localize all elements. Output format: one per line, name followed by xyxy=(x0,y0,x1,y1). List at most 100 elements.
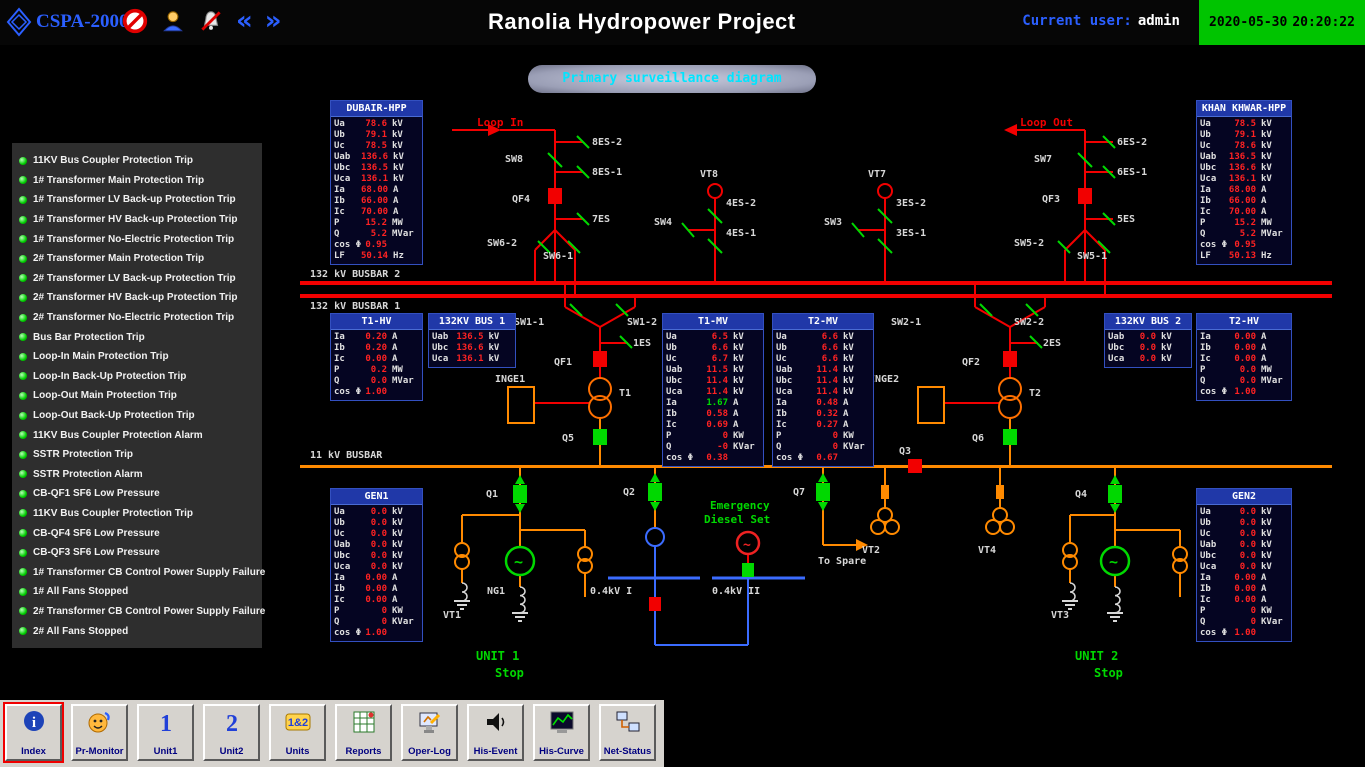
breaker-QF4[interactable] xyxy=(548,188,562,204)
device-label-es7: 7ES xyxy=(592,214,610,225)
measure-unit: A xyxy=(387,354,419,365)
measure-value: 136.6 xyxy=(456,343,483,354)
device-label-q3: Q3 xyxy=(899,446,911,457)
measurement-row: Uca0.0kV xyxy=(334,562,419,573)
alarm-mute-icon[interactable] xyxy=(198,8,224,34)
alarm-item[interactable]: 1# Transformer CB Control Power Supply F… xyxy=(12,562,262,582)
measure-unit: kV xyxy=(838,354,870,365)
alarm-item[interactable]: SSTR Protection Trip xyxy=(12,445,262,465)
alarm-item[interactable]: Loop-In Main Protection Trip xyxy=(12,347,262,367)
breaker-QF1[interactable] xyxy=(593,351,607,367)
breaker-diesel-breaker[interactable] xyxy=(742,563,754,577)
toolbar-button-netstatus[interactable]: Net-Status xyxy=(599,704,656,761)
alarm-item[interactable]: 1# Transformer No-Electric Protection Tr… xyxy=(12,229,262,249)
alarm-item[interactable]: CB-QF1 SF6 Low Pressure xyxy=(12,484,262,504)
breaker-Q4[interactable] xyxy=(1108,485,1122,503)
page-forward-icon[interactable]: » xyxy=(265,9,282,33)
measurement-row: Ia0.00A xyxy=(334,573,419,584)
breaker-Q2[interactable] xyxy=(648,483,662,501)
measure-value: 0.58 xyxy=(694,409,728,420)
measure-unit: A xyxy=(838,420,870,431)
breaker-Q6[interactable] xyxy=(1003,429,1017,445)
VT2-device[interactable] xyxy=(885,520,899,534)
breaker-QF2[interactable] xyxy=(1003,351,1017,367)
measure-value: 6.5 xyxy=(694,332,728,343)
panel-t2mv: T2-MVUa6.6kVUb6.6kVUc6.6kVUab11.4kVUbc11… xyxy=(772,313,874,467)
measure-label: Ib xyxy=(334,584,362,595)
VT4-device[interactable] xyxy=(986,520,1000,534)
alarm-item[interactable]: Loop-Out Back-Up Protection Trip xyxy=(12,406,262,426)
alarm-item[interactable]: 1# Transformer LV Back-up Protection Tri… xyxy=(12,190,262,210)
toolbar-button-reports[interactable]: Reports xyxy=(335,704,392,761)
breaker-LV-tie-breaker[interactable] xyxy=(649,597,661,611)
measure-label: Ia xyxy=(666,398,694,409)
alarm-item[interactable]: Loop-Out Main Protection Trip xyxy=(12,386,262,406)
alarm-item[interactable]: Loop-In Back-Up Protection Trip xyxy=(12,367,262,387)
measure-label: Ua xyxy=(334,119,362,130)
toolbar-button-index[interactable]: iIndex xyxy=(5,704,62,761)
alarm-item[interactable]: 2# Transformer Main Protection Trip xyxy=(12,249,262,269)
alarm-item[interactable]: 2# All Fans Stopped xyxy=(12,621,262,641)
alarm-item[interactable]: 1# All Fans Stopped xyxy=(12,582,262,602)
alarm-item[interactable]: 11KV Bus Coupler Protection Trip xyxy=(12,504,262,524)
alarm-item[interactable]: SSTR Protection Alarm xyxy=(12,465,262,485)
alarm-item[interactable]: CB-QF4 SF6 Low Pressure xyxy=(12,523,262,543)
INGE1-box[interactable] xyxy=(508,387,534,423)
measurement-row: Ubc0.0kV xyxy=(1108,343,1188,354)
alarm-item[interactable]: 1# Transformer HV Back-up Protection Tri… xyxy=(12,210,262,230)
alarm-item[interactable]: 2# Transformer LV Back-up Protection Tri… xyxy=(12,269,262,289)
diagram-area: Loop InLoop OutSW88ES-28ES-1QF47ESSW6-2S… xyxy=(0,45,1365,700)
VT7-device[interactable] xyxy=(878,184,892,198)
block-icon[interactable] xyxy=(122,8,148,34)
alarm-item[interactable]: CB-QF3 SF6 Low Pressure xyxy=(12,543,262,563)
breaker-Q7[interactable] xyxy=(816,483,830,501)
breaker-Q1[interactable] xyxy=(513,485,527,503)
measure-unit: kV xyxy=(483,332,512,343)
device-label-t1: T1 xyxy=(619,388,631,399)
toolbar-button-prmonitor[interactable]: Pr-Monitor xyxy=(71,704,128,761)
alarm-led-icon xyxy=(19,392,27,400)
alarm-label: 2# Transformer LV Back-up Protection Tri… xyxy=(33,273,236,284)
alarm-item[interactable]: 2# Transformer CB Control Power Supply F… xyxy=(12,602,262,622)
breaker-Q5[interactable] xyxy=(593,429,607,445)
toolbar-button-units[interactable]: 1&2Units xyxy=(269,704,326,761)
toolbar-button-hiscurve[interactable]: His-Curve xyxy=(533,704,590,761)
breaker-QF3[interactable] xyxy=(1078,188,1092,204)
page-back-icon[interactable]: « xyxy=(236,9,253,33)
measure-unit: kV xyxy=(388,163,419,174)
alarm-item[interactable]: Bus Bar Protection Trip xyxy=(12,327,262,347)
alarm-item[interactable]: 1# Transformer Main Protection Trip xyxy=(12,171,262,191)
current-user: Current user:admin xyxy=(1022,13,1180,29)
measure-value: 6.6 xyxy=(804,332,838,343)
toolbar-button-unit1[interactable]: 1Unit1 xyxy=(137,704,194,761)
INGE2-box[interactable] xyxy=(918,387,944,423)
toolbar-button-operlog[interactable]: Oper-Log xyxy=(401,704,458,761)
toolbar-button-unit2[interactable]: 2Unit2 xyxy=(203,704,260,761)
toolbar-button-label: His-Curve xyxy=(539,746,584,757)
VT4-device[interactable] xyxy=(1000,520,1014,534)
toolbar-button-hisevent[interactable]: His-Event xyxy=(467,704,524,761)
breaker-VT2-fuse[interactable] xyxy=(881,485,889,499)
measure-value: 0.0 xyxy=(1136,354,1156,365)
measure-unit: A xyxy=(388,196,419,207)
q2-arrow xyxy=(650,502,660,511)
app-logo[interactable]: CSPA-2000 xyxy=(6,7,129,37)
station-transformer[interactable] xyxy=(646,528,664,546)
measure-unit: KW xyxy=(387,606,419,617)
user-account-icon[interactable] xyxy=(160,8,186,34)
VT8-device[interactable] xyxy=(708,184,722,198)
breaker-Q3[interactable] xyxy=(908,459,922,473)
measure-unit: KVar xyxy=(1256,617,1288,628)
measure-value: 0.00 xyxy=(1228,332,1256,343)
alarm-item[interactable]: 2# Transformer No-Electric Protection Tr… xyxy=(12,308,262,328)
alarm-item[interactable]: 11KV Bus Coupler Protection Trip xyxy=(12,151,262,171)
measure-label: Ua xyxy=(334,507,362,518)
breaker-VT4-fuse[interactable] xyxy=(996,485,1004,499)
alarm-led-icon xyxy=(19,157,27,165)
device-label-vt4: VT4 xyxy=(978,545,996,556)
measure-label: P xyxy=(666,431,694,442)
alarm-item[interactable]: 2# Transformer HV Back-up Protection Tri… xyxy=(12,288,262,308)
VT2-device[interactable] xyxy=(871,520,885,534)
alarm-item[interactable]: 11KV Bus Coupler Protection Alarm xyxy=(12,425,262,445)
measure-unit: A xyxy=(387,584,419,595)
